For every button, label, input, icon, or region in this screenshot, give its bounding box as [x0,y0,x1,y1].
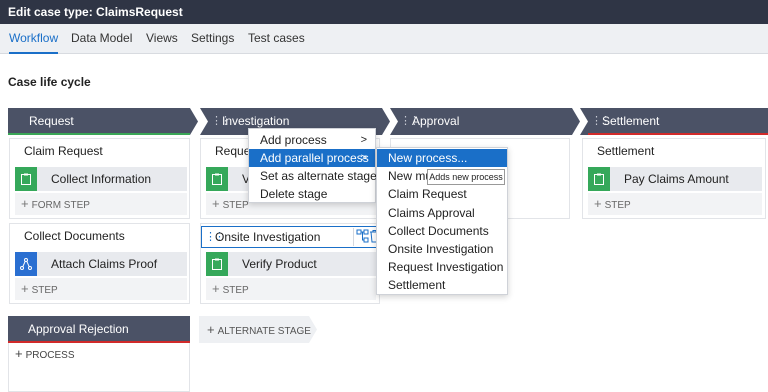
stage-label: Approval Rejection [28,322,129,336]
add-label: ALTERNATE STAGE [217,326,311,337]
menu-item-set-alternate-stage[interactable]: Set as alternate stage [249,167,377,185]
add-label: STEP [604,200,631,211]
step-label: Verify Product [242,257,317,271]
add-alternate-stage-button[interactable]: + ALTERNATE STAGE [199,316,317,343]
add-label: STEP [222,200,249,211]
tab-workflow[interactable]: Workflow [9,24,59,54]
process-card: Settlement Pay Claims Amount + STEP [582,138,766,219]
submenu-item-collect-documents[interactable]: Collect Documents [377,222,507,240]
stage-label: Settlement [602,114,660,128]
plus-icon: + [594,196,602,211]
process-title[interactable]: Collect Documents [24,229,125,243]
add-step-button[interactable]: + STEP [206,278,376,300]
clipboard-icon [206,167,228,191]
process-title[interactable]: Settlement [597,144,654,158]
menu-item-delete-stage[interactable]: Delete stage [249,185,375,203]
process-title[interactable]: Claim Request [24,144,103,158]
alternate-stage-approval-rejection[interactable]: Approval Rejection [8,316,190,343]
add-label: STEP [222,285,249,296]
alternate-stage-body: + PROCESS [8,343,190,392]
tab-test-cases[interactable]: Test cases [248,24,305,54]
chevron-right-icon: > [360,134,367,146]
menu-label: Add parallel process [260,151,369,165]
plus-icon: + [212,281,220,296]
menu-label: Add process [260,133,327,147]
step-label: Attach Claims Proof [51,257,158,271]
plus-icon: + [21,196,29,211]
add-label: PROCESS [25,350,75,361]
form-step[interactable]: Collect Information [15,167,187,191]
tooltip: Adds new process [427,169,505,185]
process-name-editor: ⋮⋮ Onsite Investigation [201,226,381,248]
add-label: STEP [31,285,58,296]
chevron-right-icon: > [360,152,367,164]
stage-settlement[interactable]: ⋮⋮ Settlement [580,108,768,135]
add-process-button[interactable]: + PROCESS [15,347,75,363]
form-step[interactable]: Pay Claims Amount [588,167,762,191]
process-name-input[interactable]: Onsite Investigation [213,228,354,246]
submenu-item-onsite-investigation[interactable]: Onsite Investigation [377,240,507,258]
step-label: Pay Claims Amount [624,172,729,186]
plus-icon: + [207,322,215,337]
form-step[interactable]: Verify Product [206,252,376,276]
process-card: Collect Documents Attach Claims Proof + S… [9,223,190,304]
tab-data-model[interactable]: Data Model [71,24,132,54]
add-form-step-button[interactable]: + FORM STEP [15,193,187,215]
attach-step[interactable]: Attach Claims Proof [15,252,187,276]
submenu-item-claim-request[interactable]: Claim Request [377,185,507,203]
process-card: ⋮⋮ Onsite Investigation Verify Product +… [200,223,381,304]
add-step-button[interactable]: + STEP [588,193,762,215]
process-card: Claim Request Collect Information + FORM … [9,138,190,219]
share-nodes-icon [15,252,37,276]
submenu-item-claims-approval[interactable]: Claims Approval [377,204,507,222]
stage-label: Request [29,114,74,128]
lifecycle-title: Case life cycle [8,75,91,89]
clipboard-icon [206,252,228,276]
clipboard-icon [15,167,37,191]
menu-item-add-parallel-process[interactable]: Add parallel process > [249,149,375,167]
menu-item-add-process[interactable]: Add process > [249,131,375,149]
submenu-item-new-process[interactable]: New process... [377,149,507,167]
stage-request[interactable]: Request [8,108,198,135]
clipboard-icon [588,167,610,191]
flow-icon[interactable] [356,229,369,246]
stage-approval[interactable]: ⋮⋮ Approval [390,108,580,135]
tab-views[interactable]: Views [146,24,178,54]
add-label: FORM STEP [31,200,90,211]
plus-icon: + [15,346,23,361]
window-title: Edit case type: ClaimsRequest [0,0,768,24]
submenu-item-settlement[interactable]: Settlement [377,276,507,294]
tab-settings[interactable]: Settings [191,24,234,54]
plus-icon: + [212,196,220,211]
stage-context-menu: Add process > Add parallel process > Set a… [248,128,377,203]
submenu-item-request-investigation[interactable]: Request Investigation [377,258,507,276]
step-label: Collect Information [51,172,152,186]
add-step-button[interactable]: + STEP [15,278,187,300]
stage-label: Approval [412,114,460,128]
tab-bar: Workflow Data Model Views Settings Test … [0,24,768,54]
plus-icon: + [21,281,29,296]
